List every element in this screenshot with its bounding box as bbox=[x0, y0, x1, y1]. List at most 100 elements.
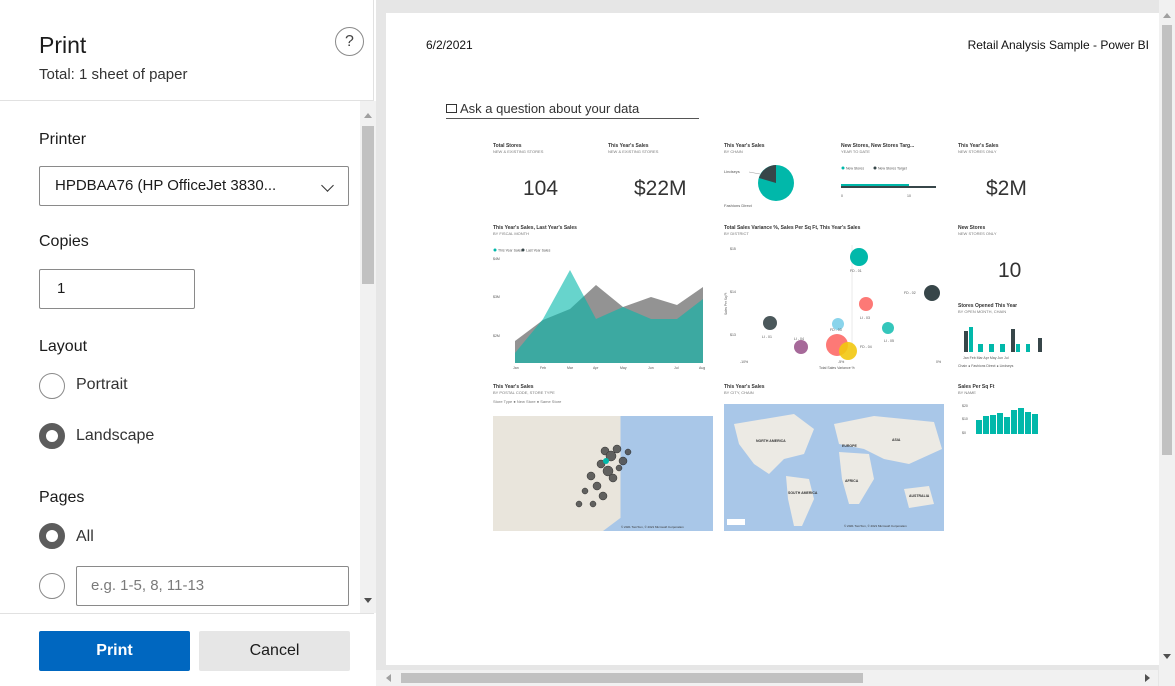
svg-text:Apr: Apr bbox=[593, 366, 599, 370]
settings-scroll-area: Printer HPDBAA76 (HP OfficeJet 3830... C… bbox=[0, 101, 374, 613]
page-range-input[interactable]: e.g. 1-5, 8, 11-13 bbox=[76, 566, 349, 606]
qa-box: Ask a question about your data bbox=[446, 101, 699, 119]
tile-subtitle: NEW STORES ONLY bbox=[958, 231, 997, 236]
preview-horizontal-scrollbar[interactable] bbox=[376, 670, 1158, 686]
us-map: © 2021 TomTom, © 2021 Microsoft Corporat… bbox=[493, 416, 713, 531]
sqft-bar-chart: $20 $10 $0 bbox=[962, 404, 1038, 435]
printer-selected-value: HPDBAA76 (HP OfficeJet 3830... bbox=[55, 177, 277, 194]
svg-text:$15: $15 bbox=[730, 247, 736, 251]
svg-text:Feb: Feb bbox=[540, 366, 546, 370]
tile-this-year-sales: This Year's Sales NEW & EXISTING STORES … bbox=[608, 143, 687, 200]
svg-text:$20: $20 bbox=[962, 404, 968, 408]
svg-text:New Stores Target: New Stores Target bbox=[878, 167, 907, 171]
svg-text:Aug: Aug bbox=[699, 366, 705, 370]
printer-select[interactable]: HPDBAA76 (HP OfficeJet 3830... bbox=[39, 166, 349, 206]
portrait-label[interactable]: Portrait bbox=[76, 376, 128, 394]
dialog-header: Print Total: 1 sheet of paper ? bbox=[0, 0, 374, 101]
tile-total-stores: Total Stores NEW & EXISTING STORES 104 bbox=[493, 143, 558, 200]
svg-text:$14: $14 bbox=[730, 290, 736, 294]
tile-subtitle: BY CHAIN bbox=[724, 149, 743, 154]
pages-all-label[interactable]: All bbox=[76, 528, 94, 546]
column-chart: Jan Feb Mar Apr May Jun Jul Chain ● Fash… bbox=[958, 327, 1042, 368]
copies-input[interactable]: 1 bbox=[39, 269, 195, 309]
tile-subtitle: NEW & EXISTING STORES bbox=[608, 149, 659, 154]
svg-text:0: 0 bbox=[841, 194, 843, 198]
sheet-total: Total: 1 sheet of paper bbox=[39, 66, 188, 83]
svg-text:Jan: Jan bbox=[513, 366, 519, 370]
scroll-down-icon[interactable] bbox=[364, 598, 372, 603]
dialog-title: Print bbox=[39, 32, 87, 58]
svg-text:$10: $10 bbox=[962, 417, 968, 421]
tile-subtitle: BY POSTAL CODE, STORE TYPE bbox=[493, 390, 555, 395]
tile-subtitle: NEW & EXISTING STORES bbox=[493, 149, 544, 154]
svg-text:FD - 03: FD - 03 bbox=[830, 328, 842, 332]
pages-range-radio[interactable] bbox=[39, 573, 65, 599]
world-map: NORTH AMERICA EUROPE ASIA AFRICA SOUTH A… bbox=[724, 404, 944, 531]
svg-text:EUROPE: EUROPE bbox=[842, 444, 857, 448]
svg-text:© 2021 TomTom, © 2021 Microsof: © 2021 TomTom, © 2021 Microsoft Corporat… bbox=[621, 525, 684, 529]
tile-subtitle: BY CITY, CHAIN bbox=[724, 390, 754, 395]
tile-sales-per-sqft: Sales Per Sq Ft BY NAME $20 $10 $0 bbox=[958, 384, 1068, 464]
tile-stores-opened: Stores Opened This Year BY OPEN MONTH, C… bbox=[958, 303, 1066, 373]
landscape-label[interactable]: Landscape bbox=[76, 427, 154, 445]
scrollbar-corner bbox=[1159, 670, 1175, 686]
svg-text:$0: $0 bbox=[962, 431, 966, 435]
scroll-up-icon[interactable] bbox=[1163, 13, 1171, 18]
chevron-down-icon bbox=[321, 179, 334, 192]
kpi-value: $22M bbox=[634, 177, 687, 200]
preview-vertical-scrollbar[interactable] bbox=[1159, 0, 1175, 670]
dialog-footer: Print Cancel bbox=[0, 613, 374, 686]
svg-text:Chain ● Fashions Direct ● Lind: Chain ● Fashions Direct ● Lindseys bbox=[958, 364, 1014, 368]
scrollbar-thumb[interactable] bbox=[1162, 25, 1172, 455]
tile-subtitle: NEW STORES ONLY bbox=[958, 149, 997, 154]
settings-scrollbar[interactable] bbox=[360, 101, 376, 613]
preview-page: 6/2/2021 Retail Analysis Sample - Power … bbox=[386, 13, 1163, 665]
portrait-radio[interactable] bbox=[39, 373, 65, 399]
landscape-radio[interactable] bbox=[39, 423, 65, 449]
svg-text:Total Sales Variance %: Total Sales Variance % bbox=[819, 366, 855, 370]
kpi-value: $2M bbox=[986, 177, 1027, 200]
svg-text:AFRICA: AFRICA bbox=[845, 479, 859, 483]
page-date: 6/2/2021 bbox=[426, 38, 473, 52]
print-settings-panel: Print Total: 1 sheet of paper ? Printer … bbox=[0, 0, 376, 686]
svg-text:LI - 01: LI - 01 bbox=[762, 335, 772, 339]
cancel-button[interactable]: Cancel bbox=[199, 631, 350, 671]
svg-text:10: 10 bbox=[907, 194, 911, 198]
svg-text:FD - 02: FD - 02 bbox=[904, 291, 916, 295]
svg-text:Sales Per Sq Ft: Sales Per Sq Ft bbox=[724, 293, 728, 315]
scroll-up-icon[interactable] bbox=[364, 113, 372, 118]
svg-text:Jul: Jul bbox=[674, 366, 679, 370]
bullet-chart: New Stores New Stores Target 0 10 bbox=[841, 166, 936, 198]
tile-new-stores-count: New Stores NEW STORES ONLY 10 bbox=[958, 225, 1021, 282]
area-chart: This Year Sales Last Year Sales $4M $3M … bbox=[493, 248, 705, 370]
svg-text:Jun: Jun bbox=[648, 366, 654, 370]
svg-text:Fashions Direct: Fashions Direct bbox=[724, 203, 753, 208]
scrollbar-thumb[interactable] bbox=[362, 126, 374, 284]
svg-text:$13: $13 bbox=[730, 333, 736, 337]
print-dialog: Print Total: 1 sheet of paper ? Printer … bbox=[0, 0, 1175, 686]
svg-text:0%: 0% bbox=[936, 360, 941, 364]
tile-subtitle: YEAR TO DATE bbox=[841, 149, 870, 154]
svg-text:Jan Feb Mar Apr May Jun Jul: Jan Feb Mar Apr May Jun Jul bbox=[963, 356, 1009, 360]
svg-text:-10%: -10% bbox=[740, 360, 748, 364]
help-icon[interactable]: ? bbox=[335, 27, 364, 56]
scroll-right-icon[interactable] bbox=[1145, 674, 1150, 682]
scroll-left-icon[interactable] bbox=[386, 674, 391, 682]
svg-text:$3M: $3M bbox=[493, 295, 500, 299]
scroll-down-icon[interactable] bbox=[1163, 654, 1171, 659]
scrollbar-thumb[interactable] bbox=[401, 673, 863, 683]
tile-postal-map: This Year's Sales BY POSTAL CODE, STORE … bbox=[493, 384, 718, 532]
map-points: © 2021 TomTom, © 2021 Microsoft Corporat… bbox=[575, 416, 713, 531]
tile-new-stores-target: New Stores, New Stores Targ... YEAR TO D… bbox=[841, 143, 949, 209]
tile-monthly-sales: This Year's Sales, Last Year's Sales BY … bbox=[493, 225, 718, 375]
print-button[interactable]: Print bbox=[39, 631, 190, 671]
svg-text:-5%: -5% bbox=[838, 360, 844, 364]
svg-text:ASIA: ASIA bbox=[892, 438, 901, 442]
pages-all-radio[interactable] bbox=[39, 523, 65, 549]
svg-text:$4M: $4M bbox=[493, 257, 500, 261]
kpi-value: 104 bbox=[523, 177, 559, 200]
svg-text:© 2021 TomTom, © 2021 Microsof: © 2021 TomTom, © 2021 Microsoft Corporat… bbox=[844, 524, 907, 528]
map-legend: Store Type ● New Store ● Same Store bbox=[493, 399, 562, 404]
pie-chart: Lindseys Fashions Direct bbox=[724, 165, 794, 208]
svg-text:LI - 05: LI - 05 bbox=[884, 339, 894, 343]
